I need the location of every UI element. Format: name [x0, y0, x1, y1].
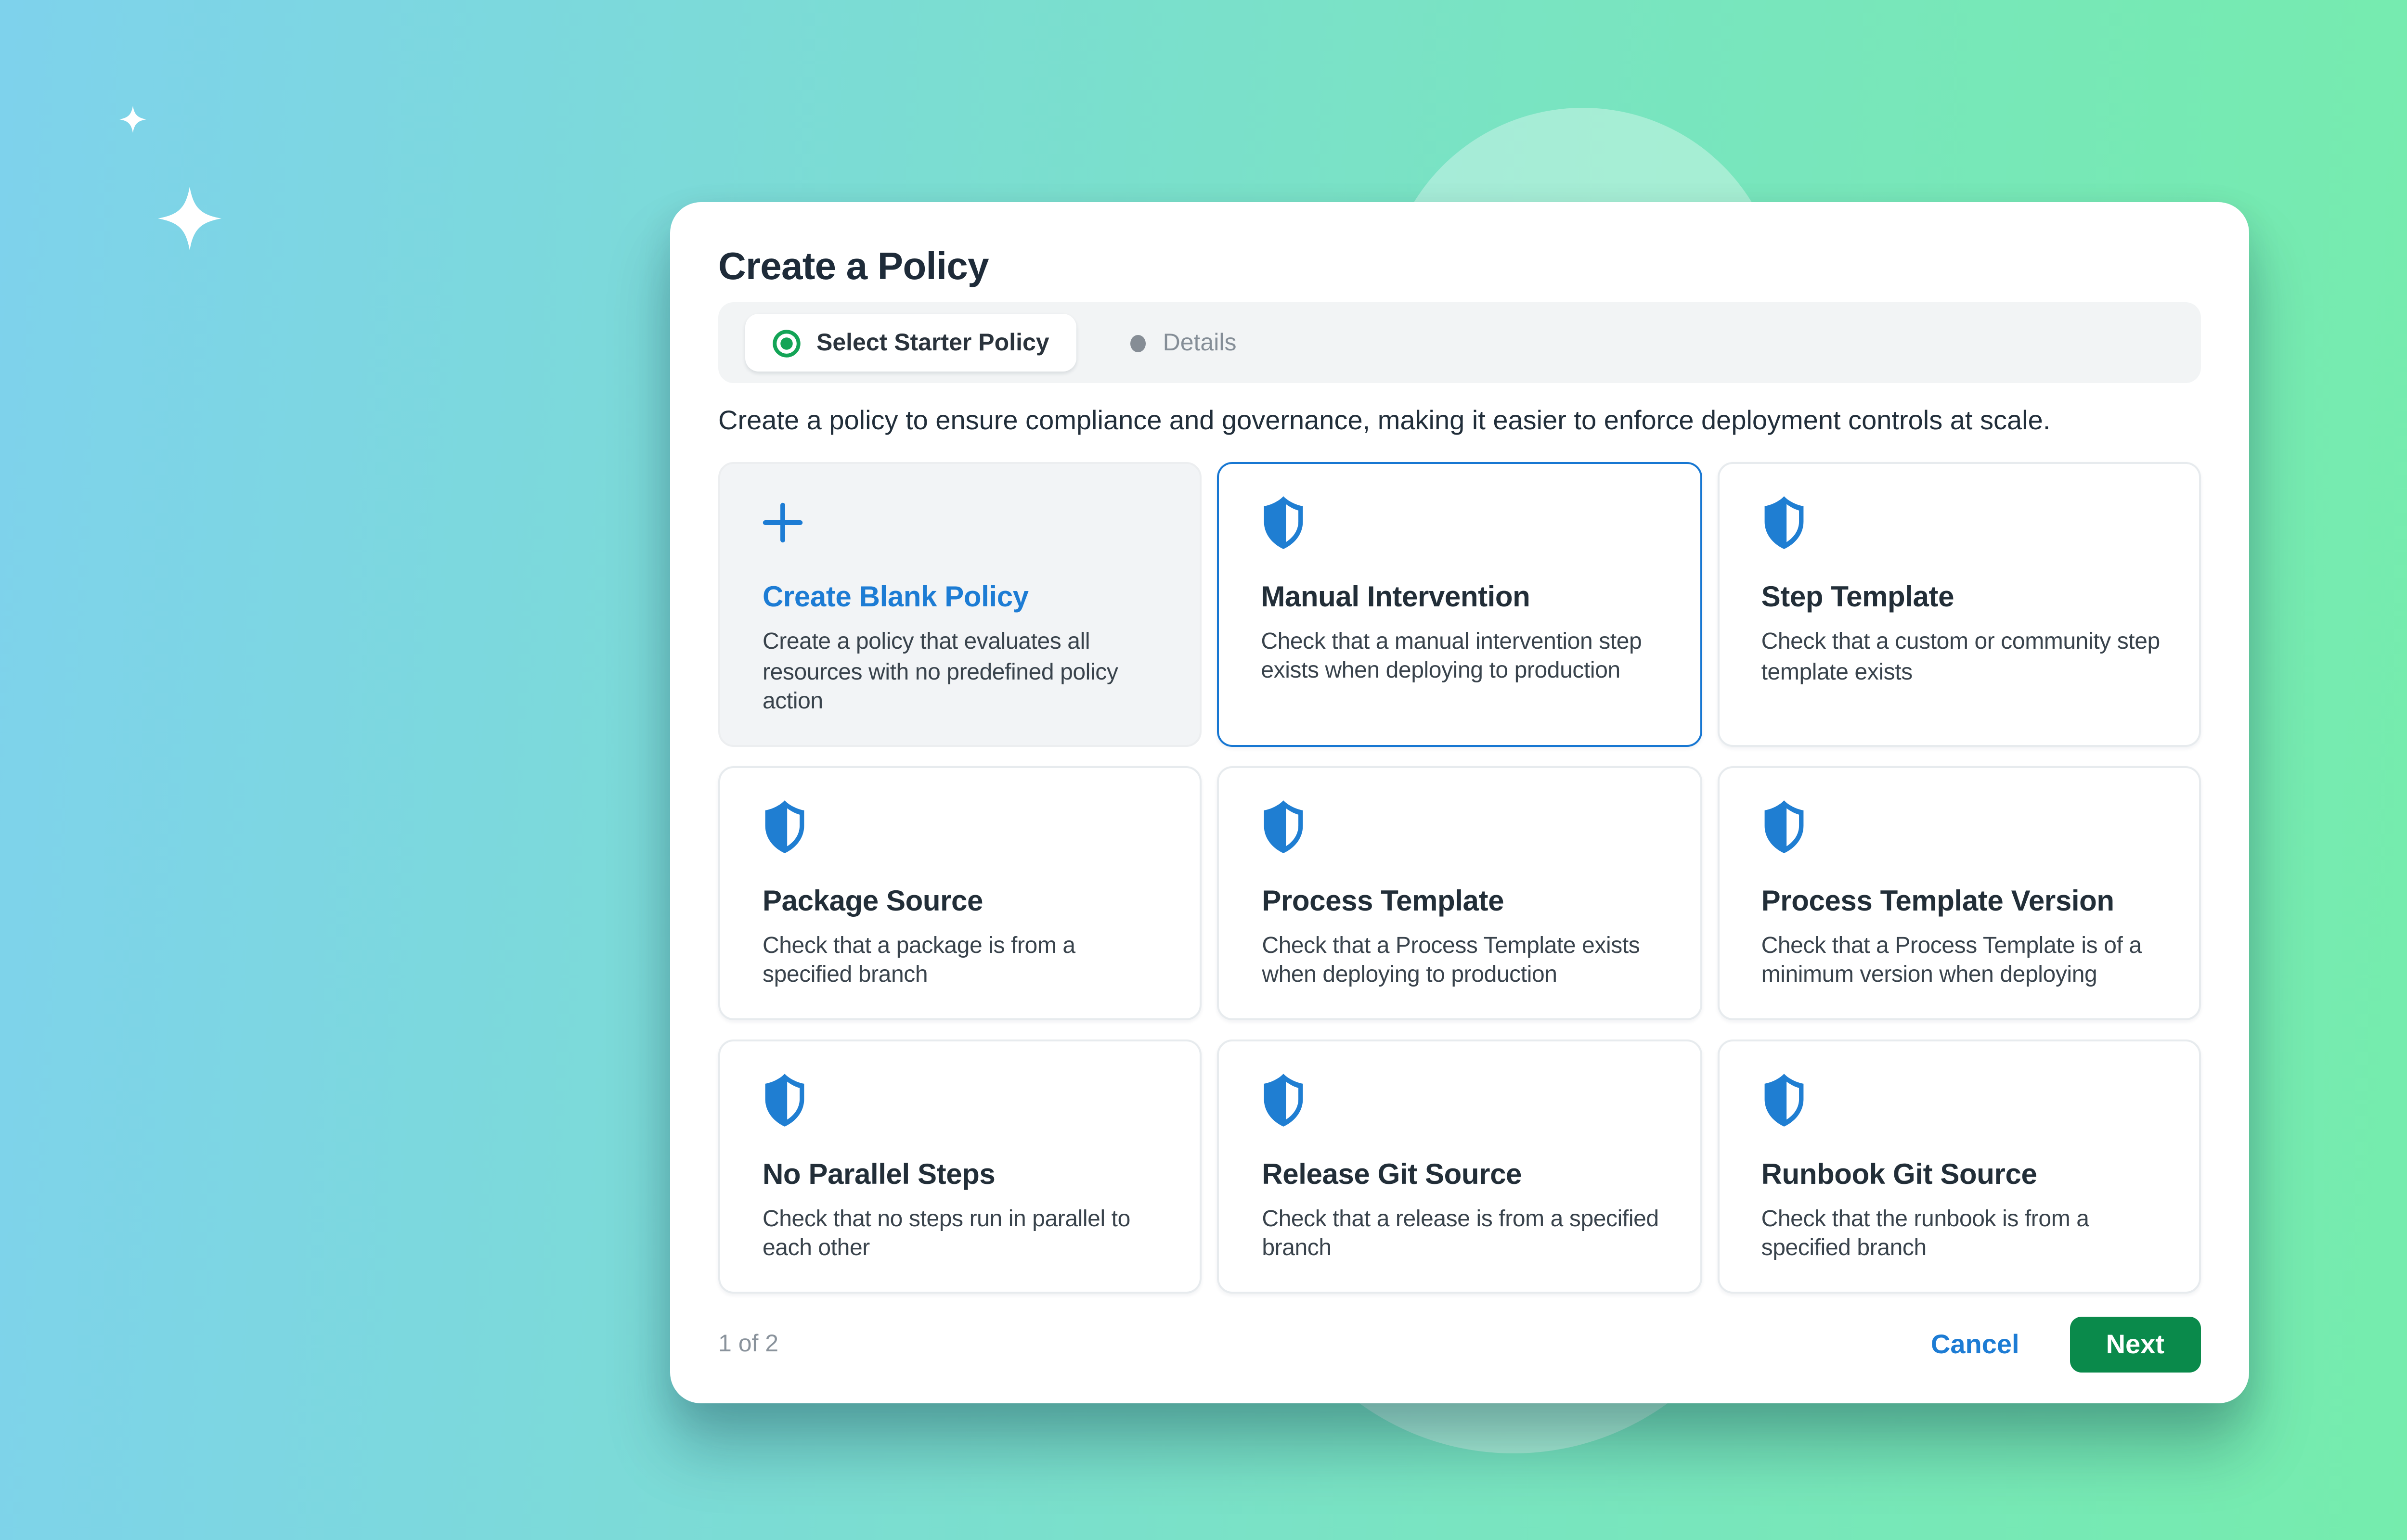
sparkle-icon	[119, 106, 146, 133]
policy-card-no-parallel-steps[interactable]: No Parallel Steps Check that no steps ru…	[718, 1039, 1202, 1293]
radio-selected-icon	[772, 328, 801, 357]
modal-description: Create a policy to ensure compliance and…	[718, 402, 2201, 439]
stepper-step-label: Details	[1163, 329, 1237, 356]
shield-icon	[1261, 494, 1305, 550]
policy-card-step-template[interactable]: Step Template Check that a custom or com…	[1717, 462, 2201, 746]
card-icon-slot	[1761, 798, 2161, 854]
card-description: Create a policy that evaluates all resou…	[763, 628, 1162, 717]
card-title: Process Template Version	[1761, 883, 2161, 919]
card-icon-slot	[1261, 494, 1662, 550]
card-description: Check that a package is from a specified…	[763, 931, 1162, 990]
stepper-step-details[interactable]: Details	[1130, 329, 1237, 356]
shield-icon	[1761, 798, 1806, 854]
shield-icon	[763, 1071, 807, 1127]
card-icon-slot	[1262, 1071, 1661, 1127]
card-icon-slot	[763, 798, 1162, 854]
policy-card-create-blank-policy[interactable]: Create Blank Policy Create a policy that…	[718, 462, 1202, 746]
stepper-step-label: Select Starter Policy	[816, 329, 1049, 356]
policy-card-runbook-git-source[interactable]: Runbook Git Source Check that the runboo…	[1717, 1039, 2201, 1293]
card-icon-slot	[763, 495, 1162, 551]
card-title: Release Git Source	[1262, 1156, 1661, 1193]
plus-icon	[763, 502, 803, 543]
card-description: Check that a Process Template exists whe…	[1262, 931, 1661, 990]
card-description: Check that a custom or community step te…	[1761, 628, 2161, 687]
modal-footer: 1 of 2 Cancel Next	[718, 1316, 2201, 1379]
card-title: Create Blank Policy	[763, 579, 1162, 616]
card-icon-slot	[763, 1071, 1162, 1127]
card-title: No Parallel Steps	[763, 1156, 1162, 1193]
shield-icon	[763, 798, 807, 854]
policy-card-release-git-source[interactable]: Release Git Source Check that a release …	[1217, 1039, 1701, 1293]
create-policy-modal: Create a Policy Select Starter Policy De…	[670, 202, 2249, 1402]
card-description: Check that a Process Template is of a mi…	[1761, 931, 2161, 990]
modal-title: Create a Policy	[718, 244, 2201, 291]
cancel-button[interactable]: Cancel	[1931, 1328, 2019, 1359]
shield-icon	[1262, 798, 1306, 854]
card-description: Check that no steps run in parallel to e…	[763, 1204, 1162, 1264]
shield-icon	[1761, 1071, 1806, 1127]
card-icon-slot	[1761, 1071, 2161, 1127]
shield-icon	[1262, 1071, 1306, 1127]
stepper: Select Starter Policy Details	[718, 302, 2201, 383]
next-button[interactable]: Next	[2070, 1316, 2201, 1372]
card-description: Check that the runbook is from a specifi…	[1761, 1204, 2161, 1264]
card-title: Process Template	[1262, 883, 1661, 919]
card-icon-slot	[1262, 798, 1661, 854]
step-dot-icon	[1130, 334, 1146, 351]
shield-icon	[1761, 495, 1806, 551]
card-title: Runbook Git Source	[1761, 1156, 2161, 1193]
card-title: Step Template	[1761, 579, 2161, 616]
policy-card-process-template[interactable]: Process Template Check that a Process Te…	[1217, 765, 1701, 1019]
policy-card-process-template-version[interactable]: Process Template Version Check that a Pr…	[1717, 765, 2201, 1019]
card-description: Check that a release is from a specified…	[1262, 1204, 1661, 1264]
stepper-step-select-starter-policy[interactable]: Select Starter Policy	[745, 314, 1076, 372]
card-title: Manual Intervention	[1261, 578, 1662, 615]
sparkle-icon	[158, 187, 221, 250]
card-icon-slot	[1761, 495, 2161, 551]
page-indicator: 1 of 2	[718, 1330, 778, 1357]
policy-card-package-source[interactable]: Package Source Check that a package is f…	[718, 765, 1202, 1019]
policy-card-manual-intervention[interactable]: Manual Intervention Check that a manual …	[1217, 462, 1701, 746]
policy-card-grid: Create Blank Policy Create a policy that…	[718, 462, 2201, 1293]
card-description: Check that a manual intervention step ex…	[1261, 627, 1662, 686]
card-title: Package Source	[763, 883, 1162, 919]
page-background: Create a Policy Select Starter Policy De…	[0, 0, 2407, 1540]
